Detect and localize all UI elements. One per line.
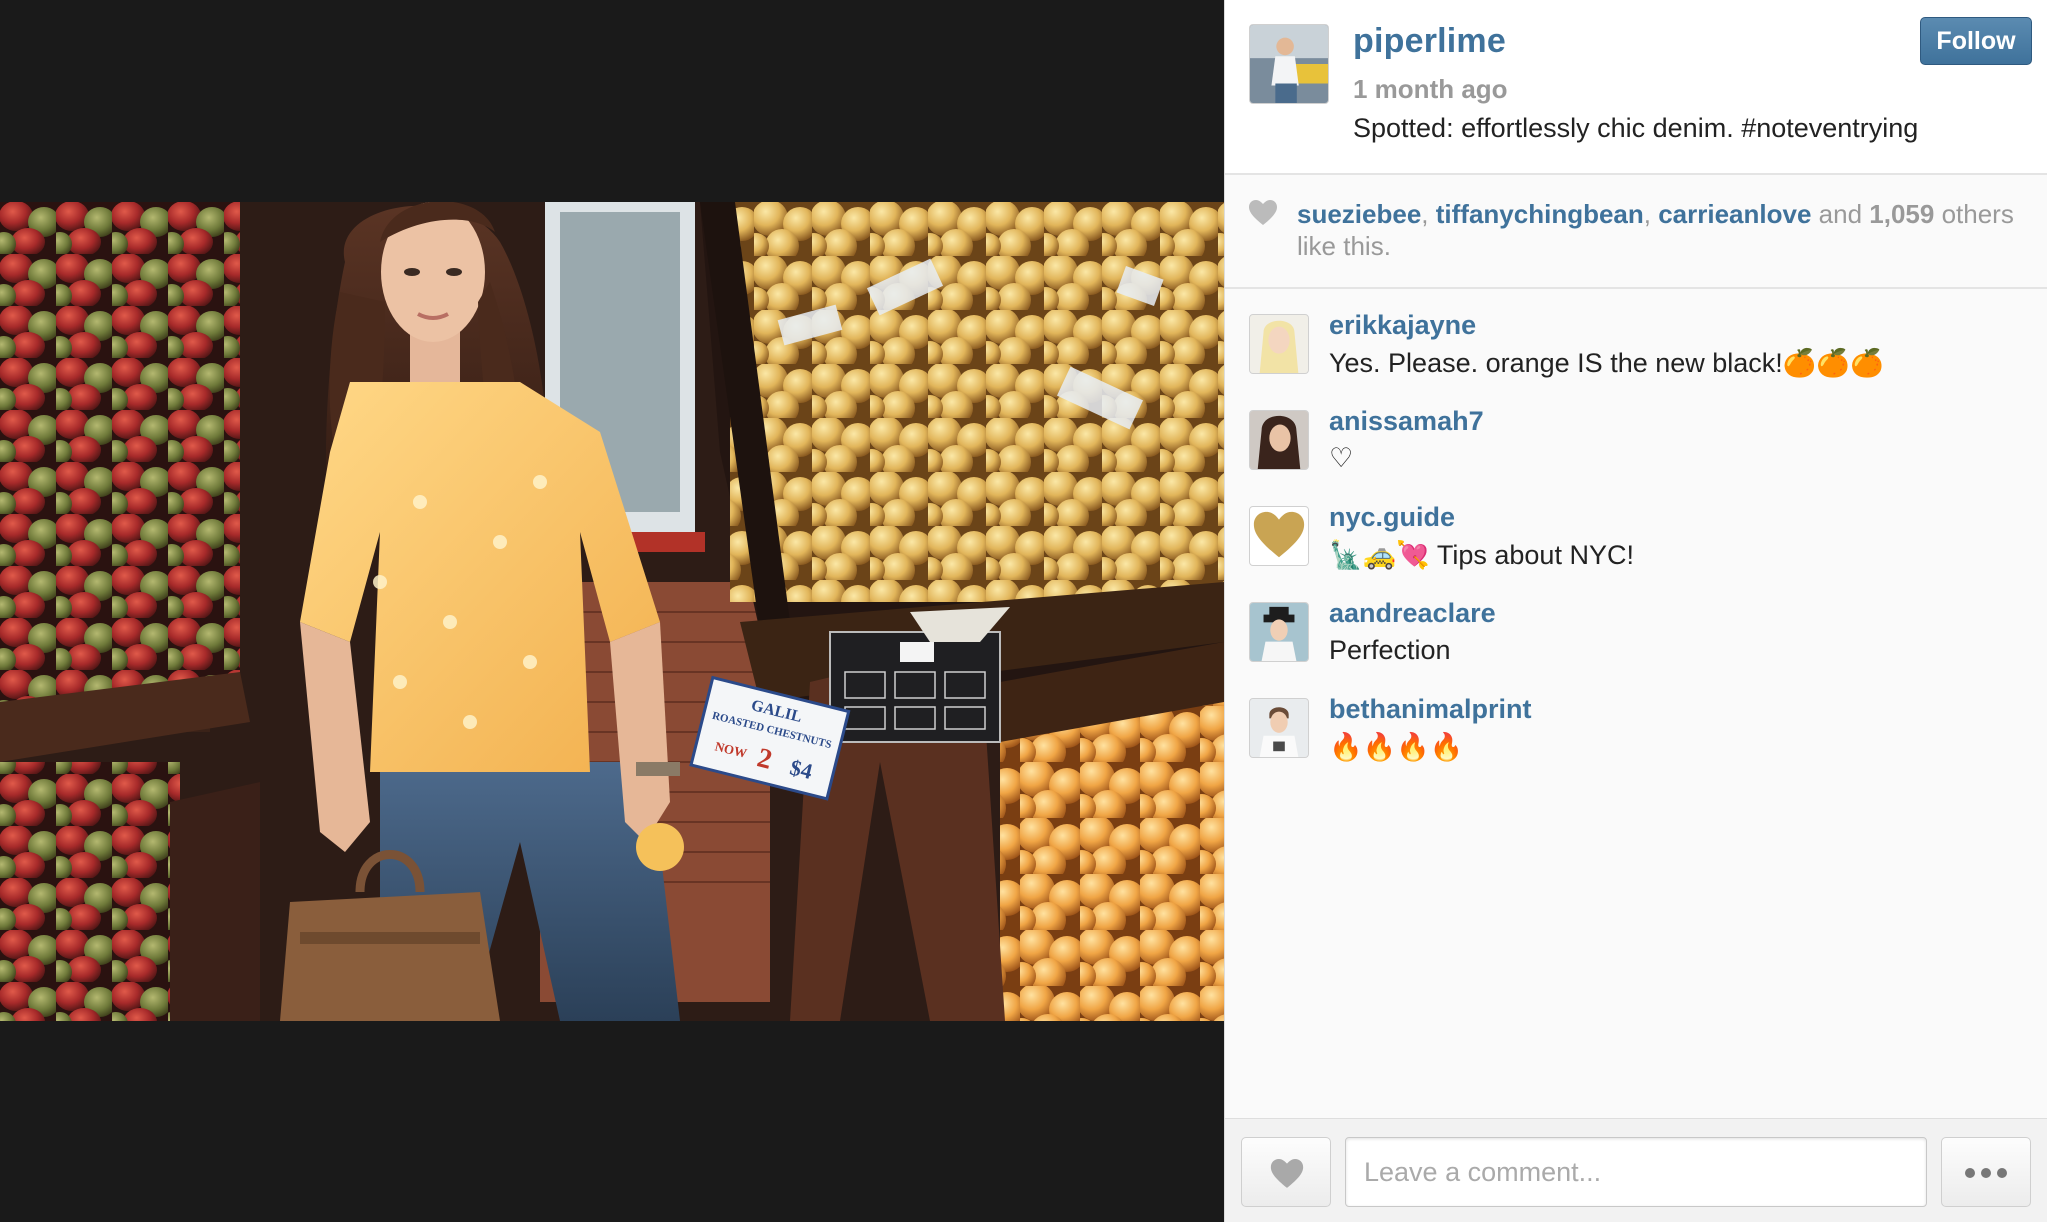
- heart-icon: [1270, 1159, 1304, 1188]
- likes-separator: ,: [1643, 199, 1659, 229]
- owner-avatar[interactable]: [1249, 24, 1329, 104]
- heart-icon: [1249, 200, 1277, 225]
- commenter-avatar[interactable]: [1249, 698, 1309, 758]
- avatar-image: [1250, 699, 1308, 757]
- comment-item: nyc.guide 🗽🚕💘 Tips about NYC!: [1225, 482, 2047, 572]
- post-details-panel: piperlime 1 month ago Spotted: effortles…: [1224, 0, 2047, 1222]
- likes-section: sueziebee, tiffanychingbean, carrieanlov…: [1225, 175, 2047, 289]
- comment-text: Yes. Please. orange IS the new black!🍊🍊🍊: [1329, 348, 1884, 378]
- likes-separator: ,: [1421, 199, 1436, 229]
- post-caption: Spotted: effortlessly chic denim. #notev…: [1353, 113, 1919, 143]
- comment-input[interactable]: [1345, 1137, 1927, 1207]
- likes-summary: sueziebee, tiffanychingbean, carrieanlov…: [1297, 198, 2017, 262]
- like-button[interactable]: [1241, 1137, 1331, 1207]
- likes-and: and: [1811, 199, 1870, 229]
- comment-username[interactable]: erikkajayne: [1329, 310, 1476, 341]
- comment-text: Perfection: [1329, 635, 1451, 665]
- follow-button[interactable]: Follow: [1920, 17, 2032, 65]
- commenter-avatar[interactable]: [1249, 410, 1309, 470]
- comment-username[interactable]: anissamah7: [1329, 406, 1484, 437]
- commenter-avatar[interactable]: [1249, 314, 1309, 374]
- post-timestamp[interactable]: 1 month ago: [1353, 74, 1508, 105]
- ellipsis-icon: [1962, 1165, 2010, 1182]
- comment-item: erikkajayne Yes. Please. orange IS the n…: [1225, 290, 2047, 380]
- avatar-image: [1250, 315, 1308, 373]
- commenter-avatar[interactable]: [1249, 602, 1309, 662]
- likes-count: 1,059: [1869, 199, 1935, 229]
- commenter-avatar[interactable]: [1249, 506, 1309, 566]
- comment-username[interactable]: aandreaclare: [1329, 598, 1496, 629]
- comment-item: bethanimalprint 🔥🔥🔥🔥: [1225, 674, 2047, 764]
- comment-item: anissamah7 ♡: [1225, 386, 2047, 476]
- avatar-image: [1250, 603, 1308, 661]
- comment-username[interactable]: nyc.guide: [1329, 502, 1455, 533]
- post-header: piperlime 1 month ago Spotted: effortles…: [1225, 0, 2047, 175]
- liker-link[interactable]: sueziebee: [1297, 199, 1421, 229]
- comment-text: ♡: [1329, 443, 1354, 473]
- comment-text: 🗽🚕💘 Tips about NYC!: [1329, 540, 1634, 570]
- more-options-button[interactable]: [1941, 1137, 2031, 1207]
- owner-avatar-image: [1250, 25, 1328, 103]
- liker-link[interactable]: carrieanlove: [1658, 199, 1811, 229]
- liker-link[interactable]: tiffanychingbean: [1436, 199, 1644, 229]
- owner-username[interactable]: piperlime: [1353, 22, 1506, 61]
- comment-footer: [1225, 1118, 2047, 1222]
- comment-text: 🔥🔥🔥🔥: [1329, 732, 1464, 762]
- comment-username[interactable]: bethanimalprint: [1329, 694, 1532, 725]
- heart-icon: [1250, 507, 1308, 565]
- comment-item: aandreaclare Perfection: [1225, 578, 2047, 668]
- post-photo[interactable]: GALIL ROASTED CHESTNUTS NOW 2 $4: [0, 202, 1224, 1021]
- avatar-image: [1250, 411, 1308, 469]
- media-area: GALIL ROASTED CHESTNUTS NOW 2 $4: [0, 0, 1224, 1222]
- photo-illustration: GALIL ROASTED CHESTNUTS NOW 2 $4: [0, 202, 1224, 1021]
